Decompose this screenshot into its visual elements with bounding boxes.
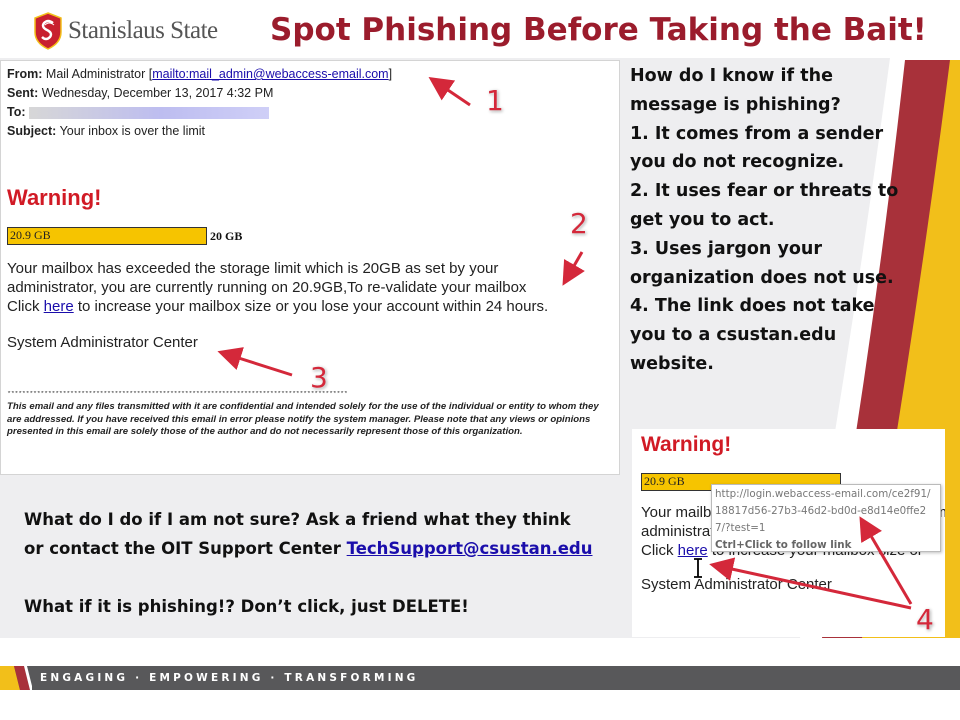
advice-text-part: or contact the OIT Support Center	[24, 539, 347, 558]
tip-item: 1. It comes from a sender	[630, 123, 884, 144]
storage-bar: 20.9 GB	[7, 227, 207, 245]
inset-here-link[interactable]: here	[678, 542, 708, 559]
email-body: Your mailbox has exceeded the storage li…	[7, 259, 613, 316]
tip-item: 4. The link does not take	[630, 296, 875, 317]
storage-limit: 20 GB	[210, 228, 243, 243]
tooltip-hint: Ctrl+Click to follow link	[715, 539, 852, 551]
tooltip-url: 7/?test=1	[715, 522, 766, 534]
tip-item: you do not recognize.	[630, 152, 845, 173]
slide-title: Spot Phishing Before Taking the Bait!	[270, 12, 927, 48]
body-line: Your mailbox has exceeded the storage li…	[7, 260, 499, 277]
email-disclaimer: This email and any files transmitted wit…	[7, 401, 599, 437]
body-line: Click here to increase your mailbox size…	[7, 297, 613, 316]
to-label: To:	[7, 105, 26, 119]
inset-signature: System Administrator Center	[641, 576, 832, 593]
advice-line: What if it is phishing!? Don’t click, ju…	[24, 597, 469, 616]
subject-label: Subject:	[7, 124, 57, 138]
body-line: administrator, you are currently running…	[7, 279, 527, 296]
annotation-number-1: 1	[486, 84, 504, 117]
email-signature: System Administrator Center	[7, 334, 198, 351]
footer-tagline: ENGAGING · EMPOWERING · TRANSFORMING	[40, 672, 419, 684]
here-link[interactable]: here	[44, 298, 74, 315]
inset-warning-heading: Warning!	[641, 433, 732, 456]
tip-item: 2. It uses fear or threats to	[630, 181, 899, 202]
body-text: Click	[641, 542, 678, 559]
tips-heading: message is phishing?	[630, 94, 841, 115]
from-name: Mail Administrator	[45, 67, 146, 81]
logo-text: Stanislaus State	[68, 17, 218, 44]
tip-item: you to a csustan.edu	[630, 325, 837, 346]
redacted-recipient	[29, 106, 269, 119]
sent-value: Wednesday, December 13, 2017 4:32 PM	[41, 86, 274, 100]
separator-line: ****************************************…	[7, 391, 347, 399]
tip-item: organization does not use.	[630, 267, 894, 288]
sent-label: Sent:	[7, 86, 39, 100]
text-cursor-icon	[694, 558, 702, 578]
email-to: To:	[7, 103, 613, 122]
tip-item: 3. Uses jargon your	[630, 238, 822, 259]
email-subject: Subject: Your inbox is over the limit	[7, 122, 613, 141]
from-label: From:	[7, 67, 43, 81]
annotation-number-4: 4	[916, 603, 934, 636]
email-sent: Sent: Wednesday, December 13, 2017 4:32 …	[7, 84, 613, 103]
tooltip-url: http://login.webaccess-email.com/ce2f91/	[715, 488, 931, 500]
annotation-number-3: 3	[310, 361, 328, 394]
email-from: From: Mail Administrator [mailto:mail_ad…	[7, 67, 393, 81]
annotation-number-2: 2	[570, 207, 588, 240]
tips-heading: How do I know if the	[630, 66, 833, 86]
advice-line: or contact the OIT Support Center TechSu…	[24, 534, 592, 563]
link-url-tooltip: http://login.webaccess-email.com/ce2f91/…	[711, 484, 941, 552]
phishing-email-screenshot: From: Mail Administrator [mailto:mail_ad…	[0, 60, 620, 475]
techsupport-email-link[interactable]: TechSupport@csustan.edu	[347, 539, 593, 558]
tip-item: website.	[630, 353, 714, 374]
storage-usage: 20.9 GB 20 GB	[7, 227, 613, 245]
body-text: to increase your mailbox size or you los…	[73, 298, 549, 315]
tooltip-url: 18817d56-27b3-46d2-bd0d-e8d14e0ffe2	[715, 505, 927, 517]
body-text: Click	[7, 298, 44, 315]
university-logo: Stanislaus State	[34, 12, 218, 50]
advice-line: What do I do if I am not sure? Ask a fri…	[24, 510, 571, 529]
warning-heading: Warning!	[7, 185, 102, 210]
phishing-tips: How do I know if the message is phishing…	[630, 62, 900, 379]
slide-header: Stanislaus State Spot Phishing Before Ta…	[0, 0, 960, 58]
tip-item: get you to act.	[630, 209, 775, 230]
shield-logo-icon	[34, 12, 62, 50]
advice-text: What do I do if I am not sure? Ask a fri…	[24, 505, 592, 621]
footer-stripe-decoration	[0, 666, 32, 690]
subject-value: Your inbox is over the limit	[59, 124, 206, 138]
sender-link[interactable]: mailto:mail_admin@webaccess-email.com	[152, 67, 388, 81]
